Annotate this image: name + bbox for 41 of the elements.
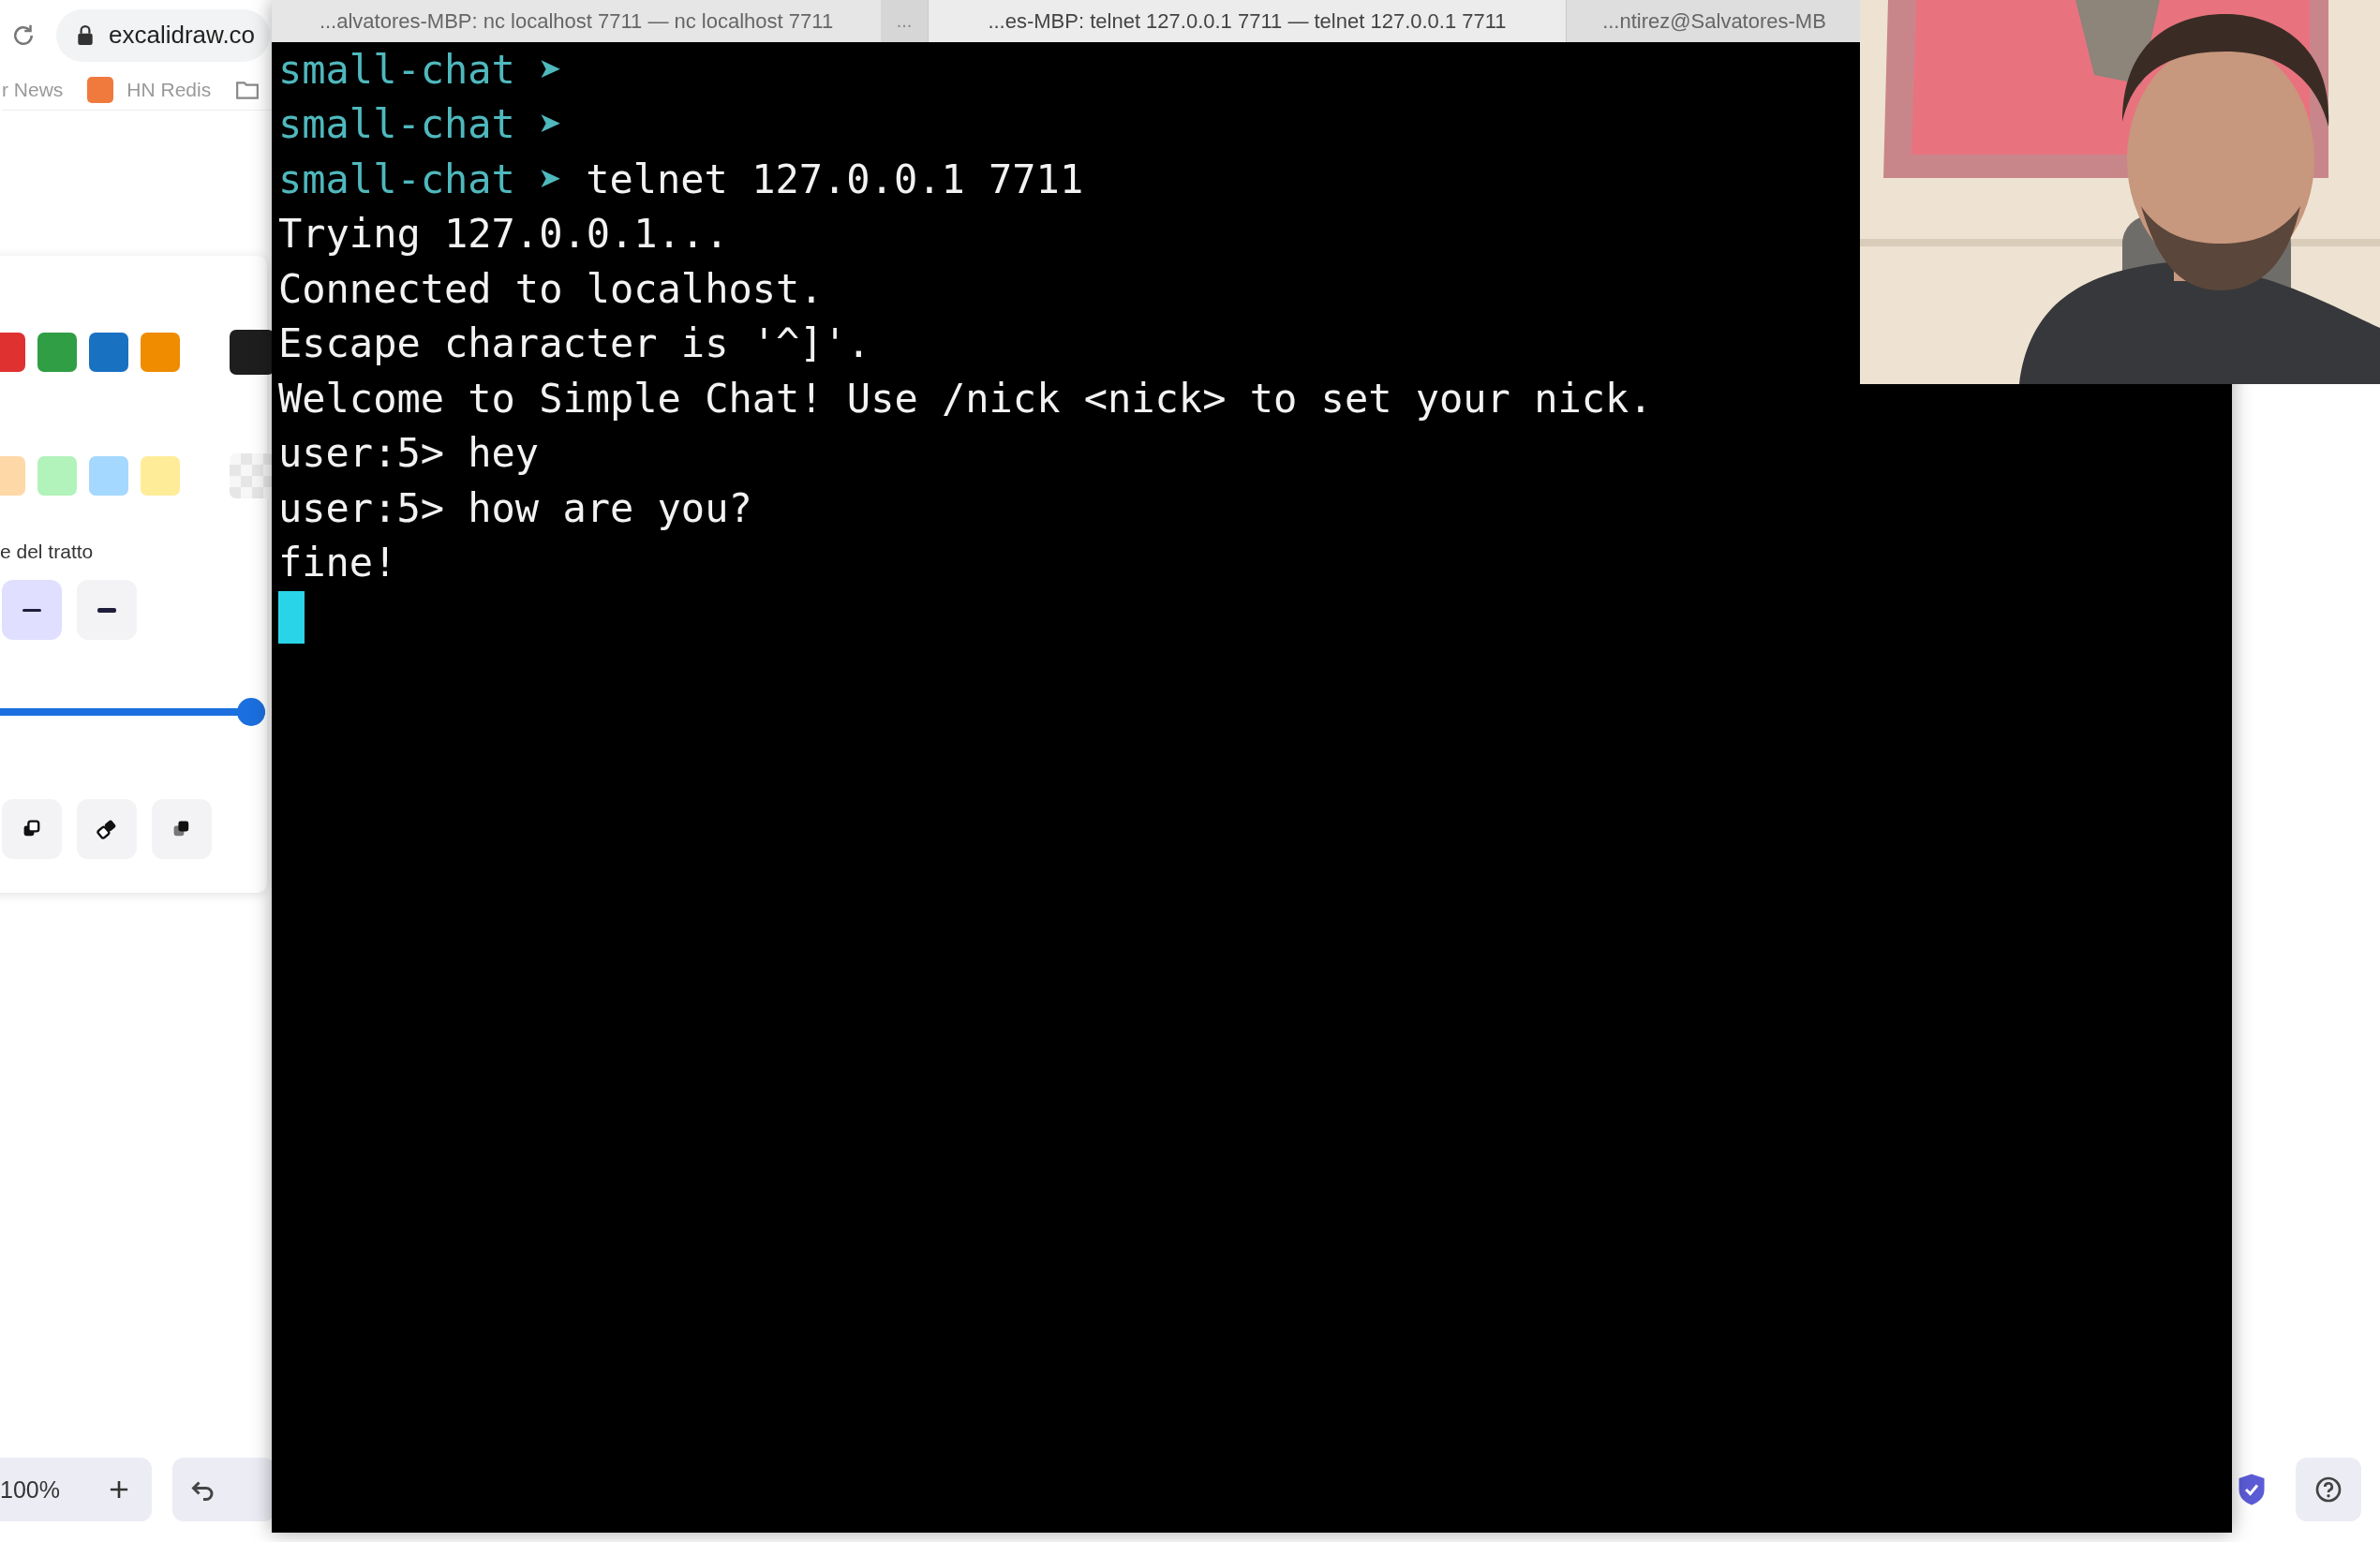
command-text: telnet 127.0.0.1 7711 [586,156,1084,202]
layers-icon [96,818,118,840]
prompt-symbol: ➤ [538,156,563,202]
section-label: e del tratto [0,541,95,563]
output-text: user:5> how are you? [278,484,752,531]
color-swatch[interactable] [89,456,128,496]
current-color-swatch[interactable] [230,330,275,375]
transparent-swatch[interactable] [230,453,275,498]
bring-to-front-button[interactable] [152,799,212,859]
shield-icon[interactable] [2238,1473,2266,1506]
address-text: excalidraw.co [109,21,256,50]
output-text: Welcome to Simple Chat! Use /nick <nick> to set your nick. [278,375,1653,422]
send-backward-button[interactable] [2,799,62,859]
help-button[interactable] [2296,1458,2361,1521]
prompt-symbol: ➤ [538,101,563,148]
prompt-name: small-chat [278,101,515,148]
terminal-tab[interactable]: ...alvatores-MBP: nc localhost 7711 — nc localhost 7711 [272,0,881,42]
output-text: Trying 127.0.0.1... [278,211,729,258]
terminal-tab[interactable]: ...es-MBP: telnet 127.0.0.1 7711 — telnet 127.0.0.1 7711 [928,0,1566,42]
help-icon [2314,1475,2343,1504]
address-bar[interactable]: excalidraw.co [56,8,270,62]
stroke-width-button[interactable] [77,580,137,640]
color-swatch[interactable] [37,333,77,372]
output-text: user:5> hey [278,430,540,477]
bookmark[interactable]: r News [2,79,64,101]
color-swatch[interactable] [37,456,77,496]
color-swatch[interactable] [89,333,128,372]
output-text: fine! [278,540,397,586]
prompt-name: small-chat [278,156,515,202]
prompt-symbol: ➤ [538,46,563,93]
prompt-name: small-chat [278,46,515,93]
bring-forward-button[interactable] [77,799,137,859]
output-text: Connected to localhost. [278,265,824,312]
folder-icon[interactable] [235,80,260,100]
bookmark[interactable]: HN Redis [87,77,212,103]
color-swatch[interactable] [141,456,180,496]
color-swatch[interactable] [141,333,180,372]
output-text: Escape character is '^]'. [278,320,871,367]
zoom-level[interactable]: 100% [0,1475,60,1504]
lock-icon [77,24,94,46]
terminal-tab[interactable]: ...ntirez@Salvatores-MB [1566,0,1862,42]
